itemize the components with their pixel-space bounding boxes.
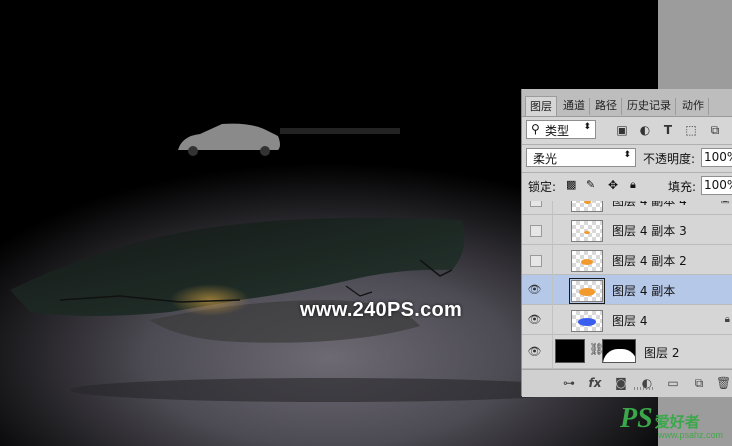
tab-actions[interactable]: 动作 — [678, 98, 709, 115]
text-filter-icon[interactable]: T — [661, 123, 675, 137]
trash-icon[interactable]: 🗑︎ — [716, 376, 731, 390]
opacity-input[interactable]: 100% — [701, 148, 732, 167]
visibility-toggle[interactable] — [526, 201, 543, 208]
adjustment-filter-icon[interactable]: ◐ — [638, 123, 652, 137]
layer-thumbnail — [571, 250, 603, 272]
layer-row[interactable]: 图层 4 副本 3 — [522, 215, 732, 245]
layer-row[interactable]: 图层 4 副本 2 — [522, 245, 732, 275]
opacity-label: 不透明度: — [643, 152, 696, 166]
fill-input[interactable]: 100% — [701, 176, 732, 195]
new-layer-icon[interactable]: ⧉ — [692, 376, 706, 390]
layer-thumbnail — [569, 278, 605, 304]
layers-panel: 图层 通道 路径 历史记录 动作 ⚲ 类型 ⬍ ▣ ◐ T ⬚ ⧉ 柔光 ⬍ 不… — [521, 89, 732, 397]
tab-history[interactable]: 历史记录 — [623, 98, 676, 115]
shape-filter-icon[interactable]: ⬚ — [684, 123, 698, 137]
lock-icon: 🔒︎ — [724, 314, 730, 325]
layer-thumbnail — [571, 220, 603, 242]
logo-text: 爱好者 — [654, 413, 700, 431]
visibility-toggle[interactable] — [526, 221, 543, 238]
visibility-toggle[interactable] — [526, 251, 543, 268]
layer-row[interactable]: 👁︎ ⛓ 图层 2 — [522, 335, 732, 369]
search-icon: ⚲ — [531, 122, 540, 136]
image-filter-icon[interactable]: ▣ — [615, 123, 629, 137]
layers-list: 图层 4 副本 4 ▣ 图层 4 副本 3 图层 4 副本 2 👁︎ 图层 4 … — [522, 201, 732, 369]
logo-mark: PS — [620, 403, 653, 434]
site-logo: PS 爱好者 — [620, 405, 700, 433]
lock-paint-icon[interactable]: ✎ — [586, 178, 595, 191]
layer-row-selected[interactable]: 👁︎ 图层 4 副本 — [522, 275, 732, 305]
lock-all-icon[interactable]: 🔒︎ — [630, 178, 636, 192]
blend-mode-select[interactable]: 柔光 ⬍ — [526, 148, 636, 167]
eye-icon[interactable]: 👁︎ — [526, 311, 543, 328]
filter-type-label: 类型 — [545, 124, 570, 138]
layer-thumbnail — [571, 310, 603, 332]
layer-thumbnail — [555, 339, 585, 363]
smart-object-filter-icon[interactable]: ⧉ — [708, 123, 722, 137]
layer-name: 图层 4 — [612, 314, 648, 328]
lock-label: 锁定: — [528, 180, 557, 194]
eye-icon[interactable]: 👁︎ — [526, 343, 543, 360]
panel-bottom-bar: ⊶ fx ◙ ◐ ▭ ⧉ 🗑︎ — [522, 369, 732, 397]
link-icon[interactable]: ⊶ — [562, 376, 576, 390]
layer-filter-select[interactable]: ⚲ 类型 ⬍ — [526, 120, 596, 139]
lock-move-icon[interactable]: ✥ — [608, 178, 618, 192]
tab-paths[interactable]: 路径 — [591, 98, 622, 115]
tab-layers[interactable]: 图层 — [525, 96, 557, 116]
eye-icon[interactable]: 👁︎ — [526, 281, 543, 298]
layer-thumbnail — [571, 201, 603, 212]
folder-icon[interactable]: ▭ — [666, 376, 680, 390]
lock-icon: ▣ — [721, 201, 730, 205]
layer-name: 图层 4 副本 3 — [612, 224, 687, 238]
blend-mode-value: 柔光 — [533, 152, 558, 166]
chevron-updown-icon: ⬍ — [583, 122, 591, 132]
logo-url: www.psahz.com — [658, 430, 724, 440]
layer-row[interactable]: 👁︎ 图层 4 🔒︎ — [522, 305, 732, 335]
layer-name: 图层 4 副本 4 — [612, 201, 687, 208]
divider — [522, 144, 732, 145]
layer-name: 图层 4 副本 — [612, 284, 676, 298]
resize-grip[interactable] — [634, 387, 654, 390]
opacity-value: 100% — [704, 150, 732, 164]
chevron-updown-icon: ⬍ — [623, 150, 631, 160]
tab-channels[interactable]: 通道 — [559, 98, 590, 115]
layer-name: 图层 4 副本 2 — [612, 254, 687, 268]
fx-icon[interactable]: fx — [588, 376, 602, 390]
layer-row[interactable]: 图层 4 副本 4 ▣ — [522, 201, 732, 215]
divider — [522, 172, 732, 173]
fill-value: 100% — [704, 178, 732, 192]
panel-tabs: 图层 通道 路径 历史记录 动作 — [522, 89, 732, 117]
fill-label: 填充: — [668, 180, 697, 194]
lock-transparent-icon[interactable]: ▩ — [566, 178, 576, 191]
layer-mask-thumbnail[interactable] — [602, 339, 636, 363]
mask-icon[interactable]: ◙ — [614, 376, 628, 390]
watermark-text: www.240PS.com — [300, 299, 463, 321]
layer-name: 图层 2 — [644, 346, 680, 360]
